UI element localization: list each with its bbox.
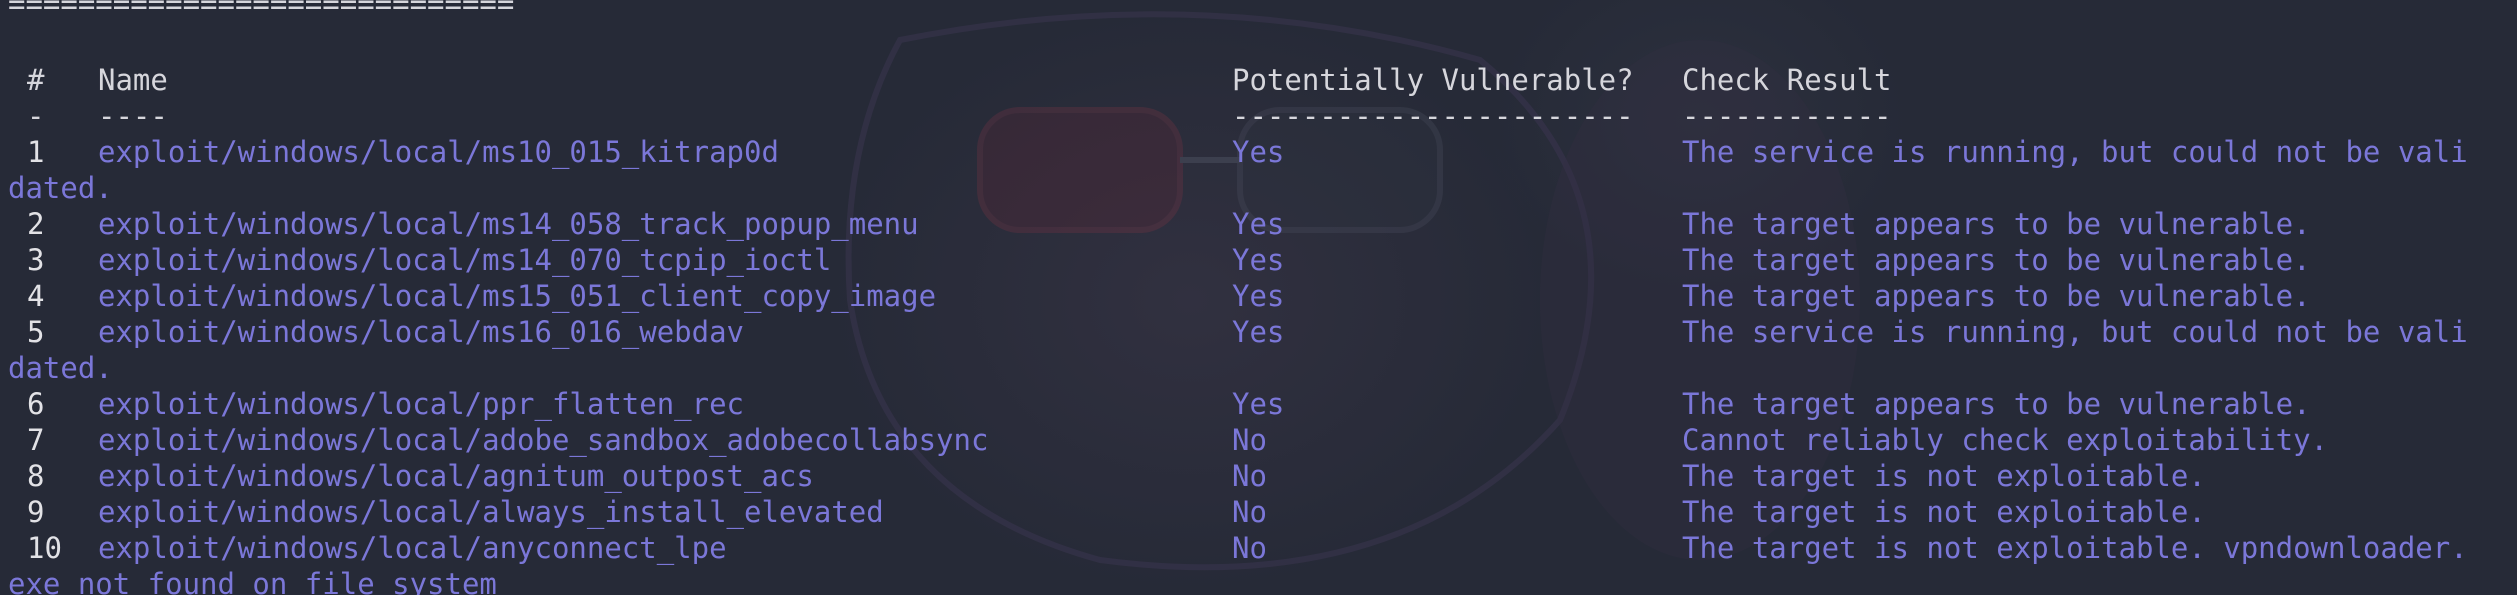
check-result-continuation: dated. [8, 351, 113, 385]
vulnerable-flag: No [1232, 423, 1267, 457]
vulnerable-flag: Yes [1232, 135, 1285, 169]
row-number: 7 [27, 423, 45, 457]
header-row: # Name Potentially Vulnerable? Check Res… [0, 62, 1892, 98]
check-result: The target appears to be vulnerable. [1682, 387, 2311, 421]
vulnerable-flag: Yes [1232, 279, 1285, 313]
row-number: 8 [27, 459, 45, 493]
underline-name: ---- [98, 99, 168, 133]
header-vuln: Potentially Vulnerable? [1232, 63, 1634, 97]
row-number: 5 [27, 315, 45, 349]
vulnerable-flag: Yes [1232, 315, 1285, 349]
module-name: exploit/windows/local/ms16_016_webdav [98, 315, 745, 349]
module-name: exploit/windows/local/ms14_070_tcpip_ioc… [98, 243, 832, 277]
module-name: exploit/windows/local/ppr_flatten_rec [98, 387, 745, 421]
row-number: 2 [27, 207, 45, 241]
module-name: exploit/windows/local/anyconnect_lpe [98, 531, 727, 565]
vulnerable-flag: Yes [1232, 243, 1285, 277]
wrapped-line: exe not found on file system [0, 566, 497, 595]
check-result-continuation: dated. [8, 171, 113, 205]
vulnerable-flag: No [1232, 495, 1267, 529]
wrapped-line: dated. [0, 170, 113, 206]
row-number: 3 [27, 243, 45, 277]
row-number: 1 [27, 135, 45, 169]
module-name: exploit/windows/local/always_install_ele… [98, 495, 884, 529]
vulnerable-flag: Yes [1232, 207, 1285, 241]
check-result: The service is running, but could not be… [1682, 135, 2468, 169]
module-name: exploit/windows/local/ms10_015_kitrap0d [98, 135, 779, 169]
underline-num: - [27, 99, 45, 133]
vulnerable-flag: No [1232, 459, 1267, 493]
separator-line: ============================= [0, 0, 514, 22]
module-name: exploit/windows/local/ms15_051_client_co… [98, 279, 937, 313]
separator: ============================= [8, 0, 515, 21]
wrapped-line: dated. [0, 350, 113, 386]
table-row: 9 exploit/windows/local/always_install_e… [0, 494, 2206, 530]
table-row: 8 exploit/windows/local/agnitum_outpost_… [0, 458, 2206, 494]
check-result: The target appears to be vulnerable. [1682, 279, 2311, 313]
vulnerable-flag: Yes [1232, 387, 1285, 421]
check-result: The target is not exploitable. [1682, 495, 2206, 529]
module-name: exploit/windows/local/agnitum_outpost_ac… [98, 459, 814, 493]
header-num: # [27, 63, 45, 97]
check-result: The target is not exploitable. vpndownlo… [1682, 531, 2468, 565]
check-result: The target appears to be vulnerable. [1682, 243, 2311, 277]
row-number: 6 [27, 387, 45, 421]
check-result: Cannot reliably check exploitability. [1682, 423, 2329, 457]
module-name: exploit/windows/local/adobe_sandbox_adob… [98, 423, 989, 457]
row-number: 10 [27, 531, 62, 565]
check-result-continuation: exe not found on file system [8, 567, 497, 595]
table-row: 5 exploit/windows/local/ms16_016_webdav … [0, 314, 2468, 350]
module-name: exploit/windows/local/ms14_058_track_pop… [98, 207, 919, 241]
table-row: 10 exploit/windows/local/anyconnect_lpe … [0, 530, 2468, 566]
table-row: 3 exploit/windows/local/ms14_070_tcpip_i… [0, 242, 2311, 278]
vulnerable-flag: No [1232, 531, 1267, 565]
underline-result: ------------ [1682, 99, 1892, 133]
row-number: 4 [27, 279, 45, 313]
header-underline-row: - ---- ----------------------- ---------… [0, 98, 1892, 134]
row-number: 9 [27, 495, 45, 529]
header-name: Name [98, 63, 168, 97]
check-result: The service is running, but could not be… [1682, 315, 2468, 349]
underline-vuln: ----------------------- [1232, 99, 1634, 133]
table-row: 1 exploit/windows/local/ms10_015_kitrap0… [0, 134, 2468, 170]
table-row: 7 exploit/windows/local/adobe_sandbox_ad… [0, 422, 2328, 458]
table-row: 4 exploit/windows/local/ms15_051_client_… [0, 278, 2311, 314]
header-result: Check Result [1682, 63, 1892, 97]
table-row: 2 exploit/windows/local/ms14_058_track_p… [0, 206, 2311, 242]
table-row: 6 exploit/windows/local/ppr_flatten_rec … [0, 386, 2311, 422]
terminal-window[interactable]: ============================= # Name Pot… [0, 0, 2517, 595]
check-result: The target appears to be vulnerable. [1682, 207, 2311, 241]
check-result: The target is not exploitable. [1682, 459, 2206, 493]
